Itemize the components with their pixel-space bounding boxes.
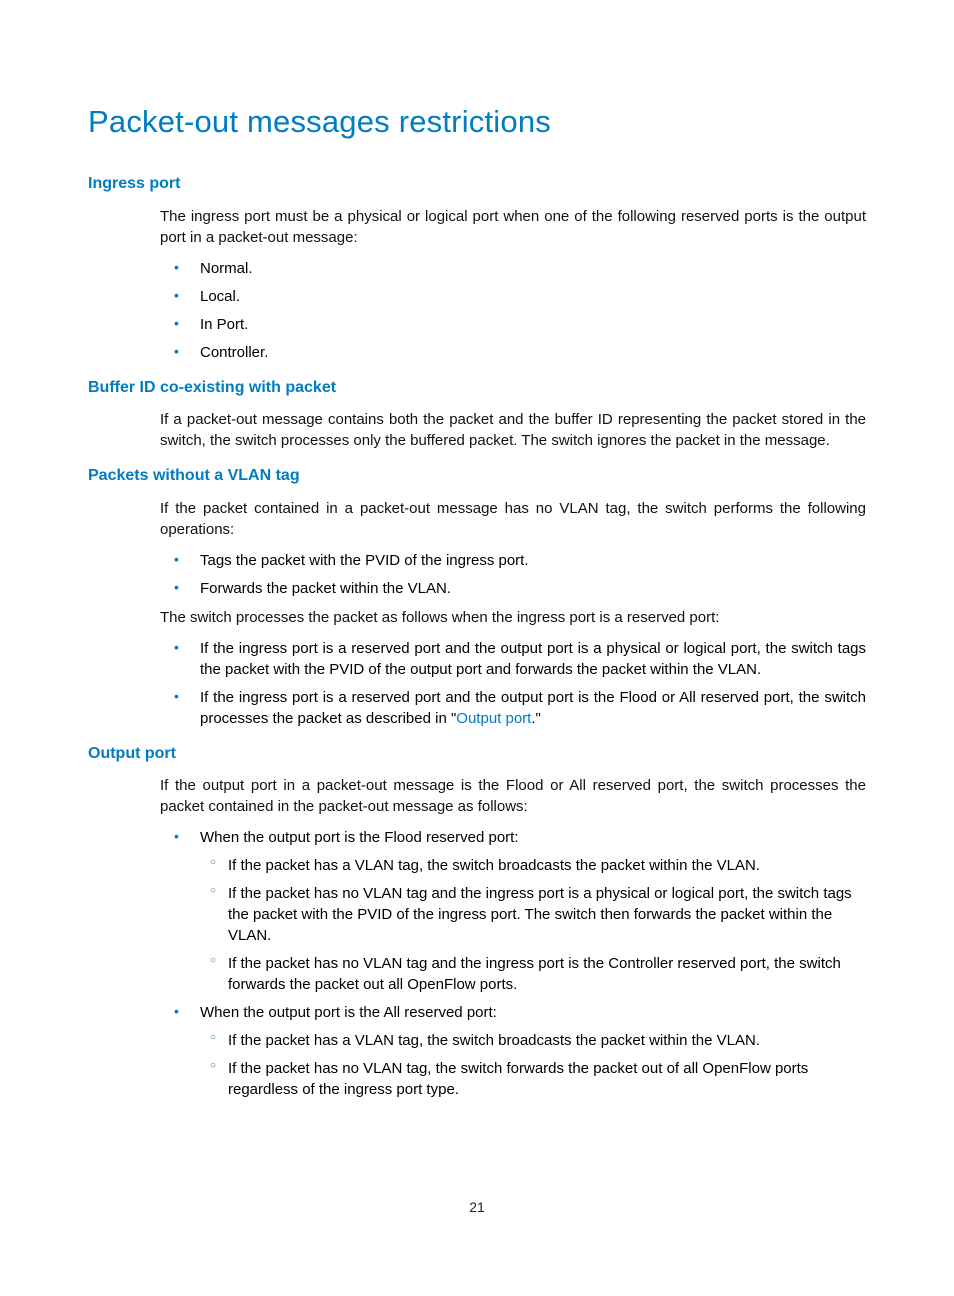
sub-list-item: If the packet has no VLAN tag and the in…	[200, 953, 866, 995]
section-body: If a packet-out message contains both th…	[88, 409, 866, 451]
sub-bullet-list: If the packet has a VLAN tag, the switch…	[200, 855, 866, 995]
list-item-text: When the output port is the Flood reserv…	[200, 829, 519, 846]
list-item-text: When the output port is the All reserved…	[200, 1004, 497, 1021]
paragraph: The switch processes the packet as follo…	[160, 607, 866, 628]
bullet-list: Normal. Local. In Port. Controller.	[160, 258, 866, 363]
list-item: When the output port is the Flood reserv…	[160, 827, 866, 995]
list-item: Tags the packet with the PVID of the ing…	[160, 550, 866, 571]
bullet-list: When the output port is the Flood reserv…	[160, 827, 866, 1100]
page-title: Packet-out messages restrictions	[88, 100, 866, 143]
list-item: Forwards the packet within the VLAN.	[160, 578, 866, 599]
list-item: Local.	[160, 286, 866, 307]
paragraph: The ingress port must be a physical or l…	[160, 206, 866, 248]
section-body: The ingress port must be a physical or l…	[88, 206, 866, 363]
section-heading-buffer-id: Buffer ID co-existing with packet	[88, 377, 866, 399]
bullet-list: Tags the packet with the PVID of the ing…	[160, 550, 866, 599]
paragraph: If a packet-out message contains both th…	[160, 409, 866, 451]
section-body: If the packet contained in a packet-out …	[88, 498, 866, 729]
sub-list-item: If the packet has no VLAN tag and the in…	[200, 883, 866, 946]
page-number: 21	[0, 1198, 954, 1218]
link-output-port[interactable]: Output port	[456, 710, 531, 727]
document-page: Packet-out messages restrictions Ingress…	[0, 0, 954, 1100]
list-item: If the ingress port is a reserved port a…	[160, 638, 866, 680]
section-heading-output-port: Output port	[88, 743, 866, 765]
paragraph: If the output port in a packet-out messa…	[160, 775, 866, 817]
bullet-list: If the ingress port is a reserved port a…	[160, 638, 866, 729]
sub-list-item: If the packet has no VLAN tag, the switc…	[200, 1058, 866, 1100]
list-item: When the output port is the All reserved…	[160, 1002, 866, 1100]
section-heading-ingress-port: Ingress port	[88, 173, 866, 195]
sub-list-item: If the packet has a VLAN tag, the switch…	[200, 1030, 866, 1051]
list-item: Controller.	[160, 342, 866, 363]
list-item: If the ingress port is a reserved port a…	[160, 687, 866, 729]
list-item-text: ."	[531, 710, 541, 727]
paragraph: If the packet contained in a packet-out …	[160, 498, 866, 540]
section-heading-packets-no-vlan: Packets without a VLAN tag	[88, 465, 866, 487]
section-body: If the output port in a packet-out messa…	[88, 775, 866, 1100]
sub-list-item: If the packet has a VLAN tag, the switch…	[200, 855, 866, 876]
list-item: In Port.	[160, 314, 866, 335]
list-item: Normal.	[160, 258, 866, 279]
sub-bullet-list: If the packet has a VLAN tag, the switch…	[200, 1030, 866, 1100]
